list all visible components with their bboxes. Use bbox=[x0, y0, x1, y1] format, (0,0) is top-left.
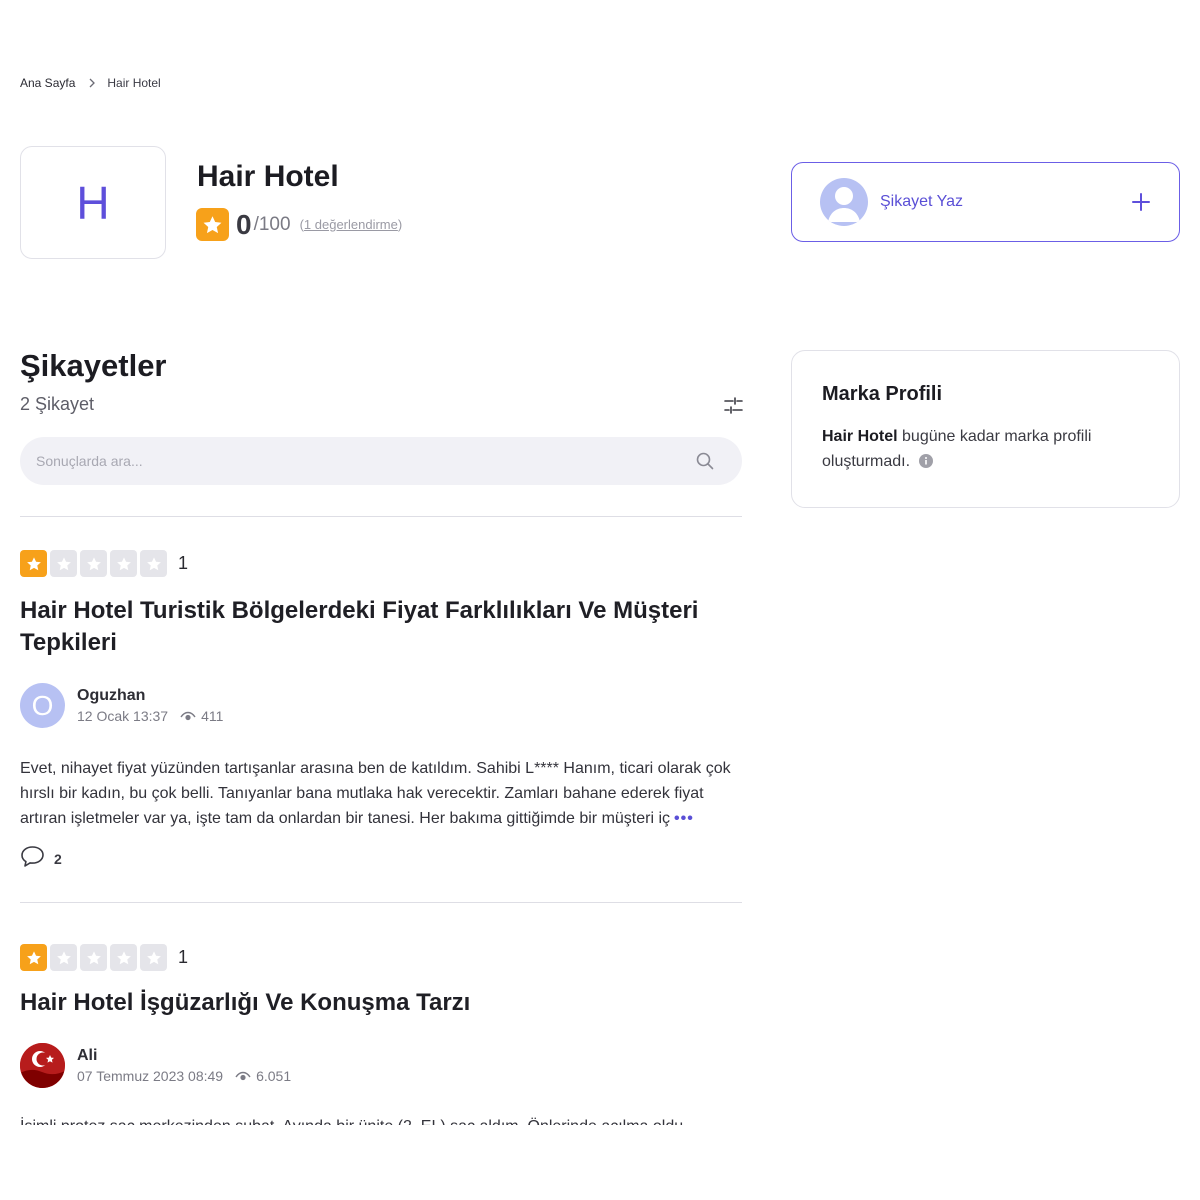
complaint-title[interactable]: Hair Hotel İşgüzarlığı Ve Konuşma Tarzı bbox=[20, 987, 742, 1019]
brand-logo: H bbox=[20, 146, 166, 259]
rating-value: 1 bbox=[178, 553, 189, 573]
plus-icon bbox=[1131, 192, 1151, 212]
score-max: /100 bbox=[253, 213, 291, 235]
eye-icon bbox=[235, 1071, 251, 1082]
divider bbox=[20, 902, 742, 903]
chevron-right-icon bbox=[89, 78, 96, 88]
search-icon[interactable] bbox=[695, 451, 715, 471]
profile-brand-name: Hair Hotel bbox=[822, 428, 898, 445]
user-avatar-icon bbox=[820, 178, 868, 226]
breadcrumb-home-link[interactable]: Ana Sayfa bbox=[20, 76, 75, 90]
comment-count: 2 bbox=[54, 851, 62, 867]
star-empty-icon bbox=[110, 944, 137, 971]
complaints-count: 2 Şikayet bbox=[20, 394, 95, 414]
star-empty-icon bbox=[80, 944, 107, 971]
profile-text: Hair Hotel bugüne kadar marka profili ol… bbox=[822, 424, 1149, 474]
star-empty-icon bbox=[140, 550, 167, 577]
brand-profile-card: Marka Profili Hair Hotel bugüne kadar ma… bbox=[791, 350, 1180, 508]
rating-value: 1 bbox=[178, 947, 189, 967]
write-complaint-button[interactable]: Şikayet Yaz bbox=[791, 162, 1180, 242]
star-icon bbox=[196, 208, 229, 241]
star-empty-icon bbox=[140, 944, 167, 971]
score-value: 0 bbox=[236, 208, 252, 240]
eye-icon bbox=[180, 711, 196, 722]
rating-count-link[interactable]: (1 değerlendirme) bbox=[300, 217, 403, 232]
brand-title: Hair Hotel bbox=[197, 160, 339, 193]
complaint-card[interactable]: 1 Hair Hotel Turistik Bölgelerdeki Fiyat… bbox=[20, 550, 742, 873]
view-count: 411 bbox=[201, 708, 224, 724]
brand-score: 0 /100 (1 değerlendirme) bbox=[196, 208, 402, 241]
author-name: Oguzhan bbox=[77, 687, 146, 704]
divider bbox=[20, 516, 742, 517]
profile-title: Marka Profili bbox=[822, 383, 943, 405]
complaint-title[interactable]: Hair Hotel Turistik Bölgelerdeki Fiyat F… bbox=[20, 595, 742, 659]
star-empty-icon bbox=[50, 550, 77, 577]
complaint-body: İsimli protez saç merkezinden şubat. Ayı… bbox=[20, 1114, 742, 1125]
breadcrumb-current: Hair Hotel bbox=[107, 76, 161, 90]
complaints-title: Şikayetler bbox=[20, 348, 167, 383]
filter-icon[interactable] bbox=[724, 396, 743, 415]
rating-stars: 1 bbox=[20, 550, 742, 577]
search-input[interactable] bbox=[36, 453, 695, 469]
complaint-date: 07 Temmuz 2023 08:49 bbox=[77, 1068, 224, 1084]
star-filled-icon bbox=[20, 944, 47, 971]
complaint-card[interactable]: 1 Hair Hotel İşgüzarlığı Ve Konuşma Tarz… bbox=[20, 944, 742, 1125]
info-icon[interactable] bbox=[918, 454, 933, 468]
rating-stars: 1 bbox=[20, 944, 742, 971]
avatar: O bbox=[20, 683, 65, 728]
complaint-author: Ali 07 Temmuz 2023 08:49 6.051 bbox=[20, 1043, 742, 1088]
view-count: 6.051 bbox=[256, 1068, 292, 1084]
search-bar bbox=[20, 437, 742, 485]
complaint-footer: 2 bbox=[20, 845, 742, 873]
star-empty-icon bbox=[50, 944, 77, 971]
complaint-body: Evet, nihayet fiyat yüzünden tartışanlar… bbox=[20, 756, 742, 831]
star-filled-icon bbox=[20, 550, 47, 577]
read-more-button[interactable]: ••• bbox=[674, 810, 694, 827]
author-name: Ali bbox=[77, 1047, 98, 1064]
complaint-author: O Oguzhan 12 Ocak 13:37 411 bbox=[20, 683, 742, 728]
complaint-date: 12 Ocak 13:37 bbox=[77, 708, 169, 724]
star-empty-icon bbox=[80, 550, 107, 577]
comment-icon[interactable] bbox=[20, 845, 45, 873]
breadcrumb: Ana Sayfa Hair Hotel bbox=[20, 76, 161, 90]
complaint-body-text: Evet, nihayet fiyat yüzünden tartışanlar… bbox=[20, 760, 731, 827]
star-empty-icon bbox=[110, 550, 137, 577]
avatar bbox=[20, 1043, 65, 1088]
rating-count[interactable]: 1 değerlendirme bbox=[304, 217, 398, 232]
write-complaint-label: Şikayet Yaz bbox=[880, 193, 964, 210]
